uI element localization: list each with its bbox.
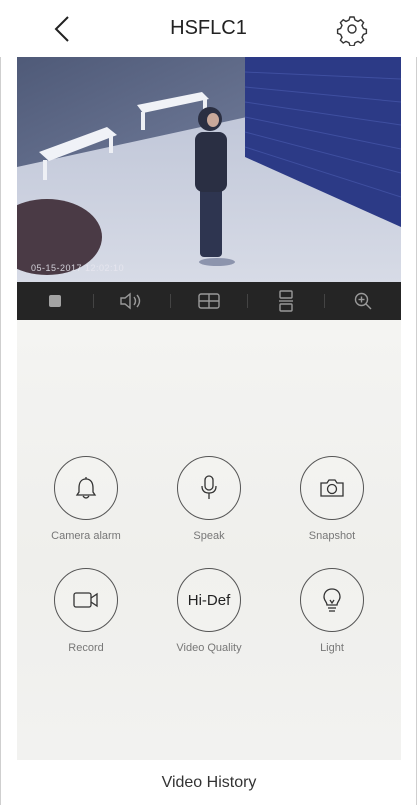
stop-button[interactable] — [17, 282, 93, 320]
settings-button[interactable] — [335, 12, 369, 47]
volume-button[interactable] — [94, 282, 170, 320]
speak-label: Speak — [193, 530, 225, 542]
flip-button[interactable] — [248, 282, 324, 320]
grid-layout-icon — [198, 293, 220, 309]
lightbulb-icon — [323, 588, 341, 612]
speak-control: Speak — [144, 456, 274, 542]
snapshot-control: Snapshot — [267, 456, 397, 542]
light-label: Light — [320, 642, 344, 654]
light-control: Light — [267, 568, 397, 654]
record-label: Record — [68, 642, 104, 654]
video-history-button[interactable]: Video History — [17, 760, 401, 805]
control-panel: Camera alarm Speak Snapshot Record Hi-De… — [17, 320, 401, 760]
zoom-in-icon — [354, 292, 372, 310]
record-button[interactable] — [54, 568, 118, 632]
layout-button[interactable] — [171, 282, 247, 320]
speaker-icon — [120, 292, 141, 310]
video-camera-icon — [73, 592, 98, 608]
top-bar: HSFLC1 — [0, 0, 417, 57]
camera-alarm-button[interactable] — [54, 456, 118, 520]
speak-button[interactable] — [177, 456, 241, 520]
camera-alarm-label: Camera alarm — [51, 530, 121, 542]
video-control-bar — [17, 282, 401, 320]
video-timestamp: 05-15-2017 12:02:10 — [31, 263, 125, 273]
microphone-icon — [201, 475, 217, 499]
video-quality-control: Hi-Def Video Quality — [144, 568, 274, 654]
bell-icon — [75, 477, 97, 499]
light-button[interactable] — [300, 568, 364, 632]
snapshot-button[interactable] — [300, 456, 364, 520]
record-control: Record — [21, 568, 151, 654]
hi-def-label: Hi-Def — [187, 591, 231, 609]
zoom-button[interactable] — [325, 282, 401, 320]
flip-icon — [279, 290, 293, 312]
camera-scene-image — [17, 57, 401, 282]
live-video-feed[interactable]: 05-15-2017 12:02:10 — [17, 57, 401, 282]
video-quality-button[interactable]: Hi-Def — [177, 568, 241, 632]
camera-alarm-control: Camera alarm — [21, 456, 151, 542]
gear-icon — [336, 16, 368, 47]
video-quality-label: Video Quality — [176, 642, 242, 654]
stop-icon — [49, 295, 61, 307]
camera-icon — [320, 479, 344, 497]
snapshot-label: Snapshot — [308, 530, 356, 542]
